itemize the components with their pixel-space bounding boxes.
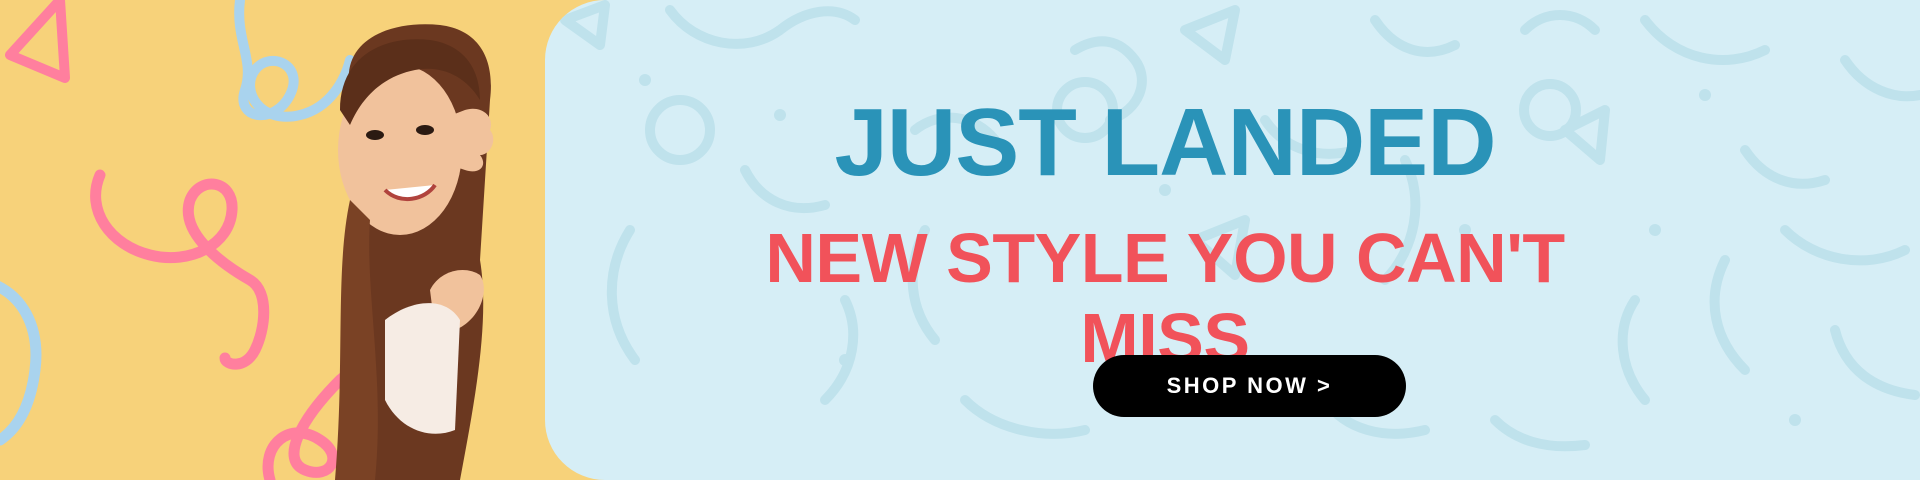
subheadline: NEW STYLE YOU CAN'T MISS [765,219,1565,377]
loop-squiggle-icon [90,169,270,370]
loop-squiggle-icon [0,281,42,446]
triangle-squiggle-icon [5,0,70,83]
shop-now-button[interactable]: SHOP NOW > [1093,355,1406,417]
headline: JUST LANDED [834,89,1496,196]
promo-banner[interactable]: JUST LANDED NEW STYLE YOU CAN'T MISS SHO… [0,0,1920,480]
child-photo [335,24,494,480]
right-content-panel: JUST LANDED NEW STYLE YOU CAN'T MISS SHO… [545,0,1920,480]
